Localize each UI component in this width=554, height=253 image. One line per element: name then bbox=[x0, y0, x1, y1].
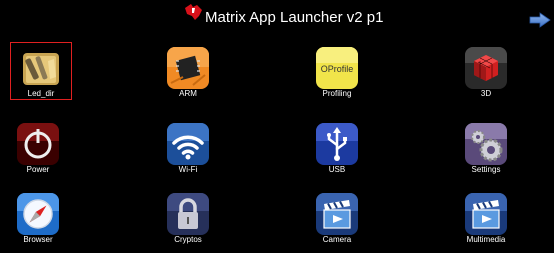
app-tile-3d[interactable]: 3D bbox=[455, 42, 517, 100]
app-label: Wi-Fi bbox=[178, 165, 198, 174]
app-label: Led_dir bbox=[27, 89, 55, 98]
app-label: Browser bbox=[23, 235, 53, 244]
page-title: Matrix App Launcher v2 p1 bbox=[205, 9, 384, 26]
app-tile-usb[interactable]: USB bbox=[306, 118, 368, 176]
compass-icon bbox=[17, 193, 59, 235]
usb-icon bbox=[316, 123, 358, 165]
app-label: Cryptos bbox=[174, 235, 202, 244]
power-icon bbox=[17, 123, 59, 165]
clapperboard-icon bbox=[465, 193, 507, 235]
app-label: Power bbox=[26, 165, 50, 174]
padlock-icon bbox=[167, 193, 209, 235]
folder-pencil-icon bbox=[20, 47, 62, 89]
app-tile-led-dir[interactable]: Led_dir bbox=[10, 42, 72, 100]
app-tile-settings[interactable]: Settings bbox=[455, 118, 517, 176]
app-label: Profiling bbox=[322, 89, 352, 98]
cube-icon bbox=[465, 47, 507, 89]
svg-text:OProfile: OProfile bbox=[321, 64, 354, 74]
clapperboard-icon bbox=[316, 193, 358, 235]
app-tile-profiling[interactable]: OProfile Profiling bbox=[306, 42, 368, 100]
app-tile-arm[interactable]: ARM bbox=[157, 42, 219, 100]
ti-logo-icon bbox=[183, 2, 205, 22]
app-label: 3D bbox=[480, 89, 492, 98]
chip-icon bbox=[167, 47, 209, 89]
app-label: USB bbox=[328, 165, 346, 174]
app-label: Multimedia bbox=[466, 235, 506, 244]
wifi-icon bbox=[167, 123, 209, 165]
profile-box-icon: OProfile bbox=[316, 47, 358, 89]
app-label: Camera bbox=[322, 235, 352, 244]
header-bar: Matrix App Launcher v2 p1 bbox=[0, 0, 554, 34]
app-tile-camera[interactable]: Camera bbox=[306, 188, 368, 246]
next-page-arrow-icon[interactable] bbox=[529, 12, 551, 28]
app-tile-cryptos[interactable]: Cryptos bbox=[157, 188, 219, 246]
app-tile-browser[interactable]: Browser bbox=[7, 188, 69, 246]
app-tile-multimedia[interactable]: Multimedia bbox=[455, 188, 517, 246]
gears-icon bbox=[465, 123, 507, 165]
app-label: ARM bbox=[179, 89, 197, 98]
app-tile-power[interactable]: Power bbox=[7, 118, 69, 176]
app-label: Settings bbox=[471, 165, 501, 174]
app-tile-wifi[interactable]: Wi-Fi bbox=[157, 118, 219, 176]
